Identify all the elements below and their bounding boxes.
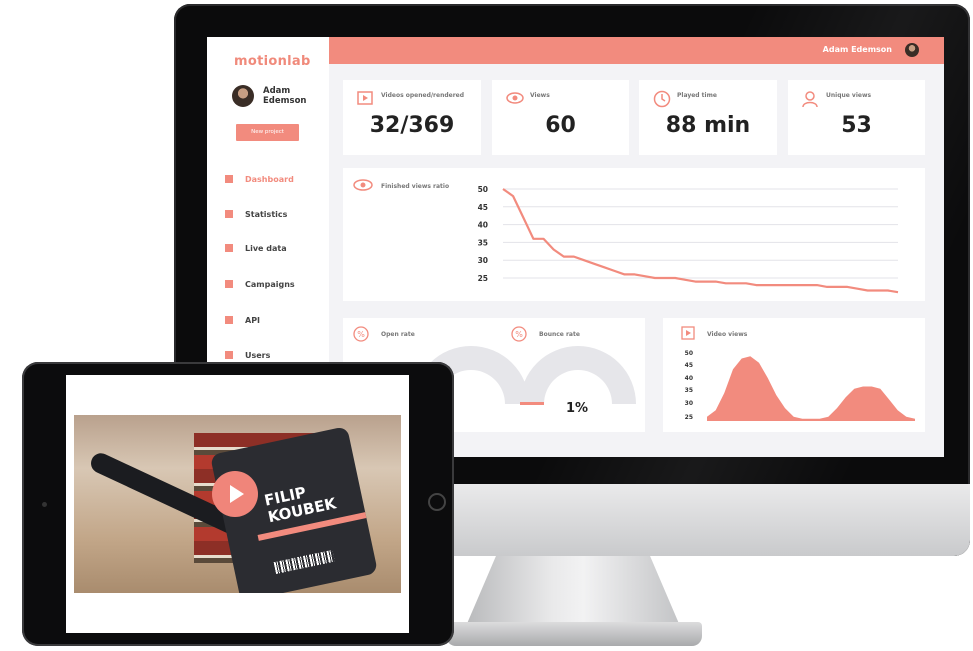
tablet-camera: [42, 502, 47, 507]
video-views-card: Video views 50 45 40 35 30 25: [663, 318, 925, 432]
y-tick-label: 40: [478, 221, 488, 230]
header-user-name[interactable]: Adam Edemson: [823, 45, 892, 54]
barcode-icon: [273, 549, 335, 575]
play-icon: [357, 91, 373, 105]
bounce-rate-value: 1%: [566, 401, 589, 416]
sidebar-item-label: API: [245, 315, 261, 325]
series-line: [502, 188, 899, 294]
sidebar-item-label: Users: [245, 350, 271, 360]
y-tick-label: 45: [478, 203, 488, 212]
stat-value: 88 min: [665, 113, 751, 138]
y-tick-label: 50: [478, 185, 488, 194]
clock-icon: [653, 90, 671, 108]
y-tick-label: 30: [685, 400, 693, 407]
header-avatar[interactable]: [905, 43, 919, 57]
y-tick-label: 35: [685, 387, 693, 394]
eye-icon: [506, 92, 524, 104]
y-tick-label: 25: [478, 274, 488, 283]
tablet-frame: FILIP KOUBEK: [22, 362, 454, 646]
sidebar-item-live-data[interactable]: Live data: [225, 241, 287, 255]
y-tick-label: 45: [685, 362, 693, 369]
sidebar-item-users[interactable]: Users: [225, 348, 270, 362]
avatar[interactable]: [232, 85, 254, 107]
sidebar-item-label: Dashboard: [245, 174, 294, 184]
y-tick-label: 40: [685, 375, 693, 382]
stat-value: 53: [841, 113, 872, 138]
stat-card-views: Views 60: [492, 80, 629, 155]
top-bar: Adam Edemson: [329, 37, 944, 64]
sidebar-item-campaigns[interactable]: Campaigns: [225, 277, 295, 291]
stat-card-played-time: Played time 88 min: [639, 80, 777, 155]
stat-label: Views: [530, 92, 550, 99]
sidebar-item-label: Live data: [245, 243, 287, 253]
sidebar-user-name: Adam Edemson: [263, 86, 307, 106]
play-icon: [230, 485, 244, 503]
sidebar-item-dashboard[interactable]: Dashboard: [225, 172, 294, 186]
new-project-button[interactable]: New project: [236, 124, 299, 141]
square-icon: [225, 175, 233, 183]
play-button[interactable]: [212, 471, 258, 517]
stat-card-videos: Videos opened/rendered 32/369: [343, 80, 481, 155]
stat-card-unique-views: Unique views 53: [788, 80, 925, 155]
monitor-stand: [466, 556, 680, 626]
video-views-area-chart: 50 45 40 35 30 25: [685, 350, 915, 421]
video-thumbnail[interactable]: FILIP KOUBEK: [74, 415, 401, 593]
square-icon: [225, 244, 233, 252]
stat-label: Unique views: [826, 92, 872, 99]
square-icon: [225, 316, 233, 324]
tablet-screen: FILIP KOUBEK: [66, 375, 409, 633]
sidebar-item-api[interactable]: API: [225, 313, 260, 327]
square-icon: [225, 210, 233, 218]
badge-name: FILIP KOUBEK: [263, 479, 338, 526]
stat-value: 32/369: [369, 113, 455, 138]
sidebar-item-statistics[interactable]: Statistics: [225, 207, 287, 221]
square-icon: [225, 280, 233, 288]
square-icon: [225, 351, 233, 359]
finished-views-line-chart: 50 45 40 35 30 25: [478, 185, 899, 294]
monitor-base: [446, 622, 702, 646]
y-tick-label: 35: [478, 238, 488, 247]
sidebar-item-label: Statistics: [245, 209, 288, 219]
y-tick-label: 25: [685, 414, 693, 421]
app-logo[interactable]: motionlab: [234, 54, 311, 69]
stat-label: Videos opened/rendered: [381, 92, 465, 99]
stat-value: 60: [545, 113, 576, 138]
stat-label: Played time: [677, 92, 717, 99]
user-icon: [802, 91, 818, 108]
y-tick-label: 50: [685, 350, 693, 357]
bounce-rate-gauge-fill: [520, 402, 544, 405]
bounce-rate-gauge: [520, 346, 636, 404]
sidebar-item-label: Campaigns: [245, 279, 295, 289]
series-area: [707, 356, 915, 421]
y-tick-label: 30: [478, 256, 488, 265]
finished-views-card: Finished views ratio 50 45 40 35 30 25: [343, 168, 925, 301]
tablet-home-button[interactable]: [428, 493, 446, 511]
